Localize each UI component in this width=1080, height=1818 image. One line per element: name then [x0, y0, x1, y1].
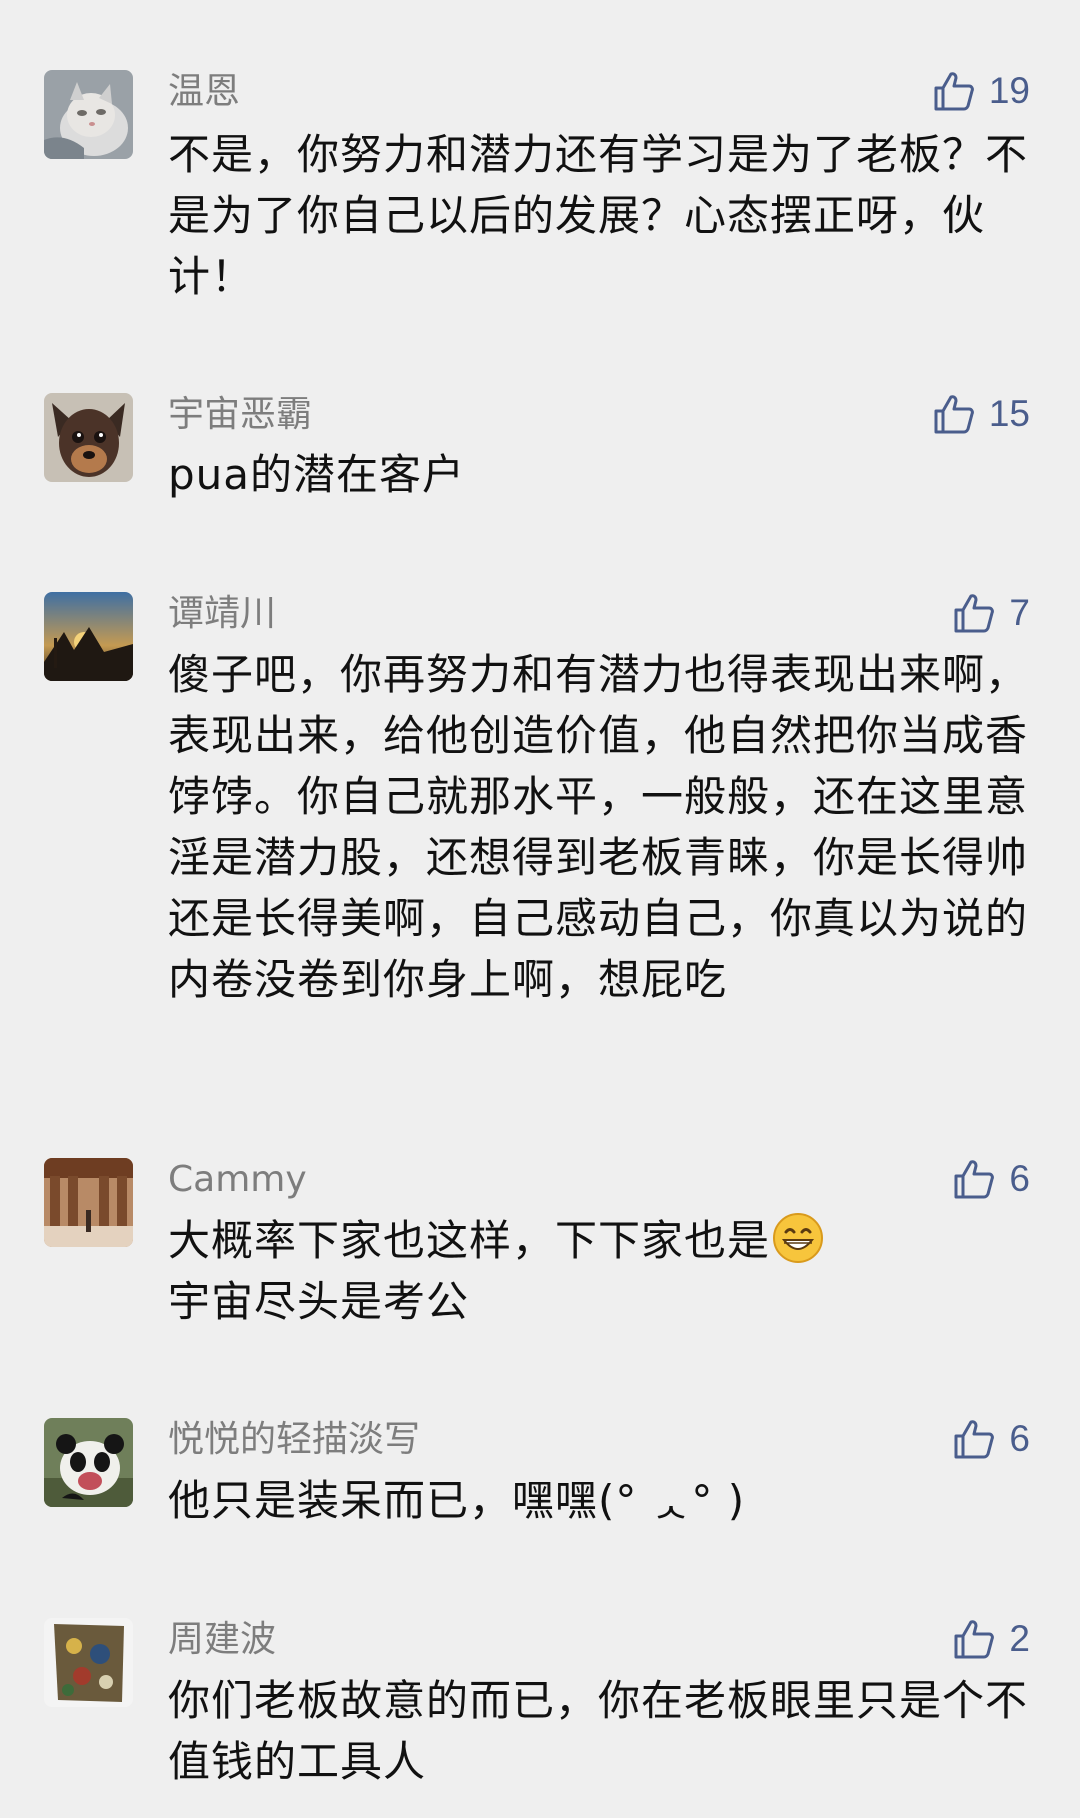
thumbs-up-icon — [934, 72, 974, 111]
comment-text-line: 宇宙尽头是考公 — [168, 1277, 470, 1326]
comment-text: pua的潜在客户 — [168, 450, 466, 499]
like-button[interactable]: 19 — [932, 68, 1030, 114]
comment-author[interactable]: 悦悦的轻描淡写 — [168, 1418, 420, 1462]
comment-author[interactable]: Cammy — [168, 1158, 307, 1202]
sunset-avatar-image — [44, 592, 133, 681]
avatar[interactable] — [44, 1158, 133, 1247]
like-button[interactable]: 2 — [952, 1616, 1030, 1662]
like-button[interactable]: 6 — [952, 1156, 1030, 1202]
like-button[interactable]: 15 — [932, 391, 1030, 437]
thumbs-up-icon — [934, 395, 974, 434]
grinning-face-emoji-icon — [773, 1213, 824, 1263]
cat-avatar-image — [44, 70, 133, 159]
hall-avatar-image — [44, 1158, 133, 1247]
comment-text: 他只是装呆而已，嘿嘿(° ᆺ° ) — [168, 1476, 746, 1525]
thumbs-up-icon — [954, 1620, 995, 1659]
avatar[interactable] — [44, 592, 133, 681]
avatar[interactable] — [44, 1618, 133, 1707]
comment-text: 傻子吧，你再努力和有潜力也得表现出来啊，表现出来，给他创造价值，他自然把你当成香… — [168, 650, 1029, 1004]
comment-text: 大概率下家也这样，下下家也是 宇宙尽头是考公 — [168, 1210, 1028, 1332]
painting-avatar-image — [44, 1618, 133, 1707]
like-count: 6 — [1009, 1418, 1030, 1459]
thumbs-up-icon — [954, 594, 995, 633]
like-count: 7 — [1009, 592, 1030, 633]
comment-author[interactable]: 周建波 — [168, 1618, 276, 1662]
comment-author[interactable]: 谭靖川 — [168, 592, 276, 636]
like-count: 15 — [988, 393, 1030, 434]
avatar[interactable] — [44, 70, 133, 159]
like-button[interactable]: 6 — [952, 1416, 1030, 1462]
comment-text: 你们老板故意的而已，你在老板眼里只是个不值钱的工具人 — [168, 1676, 1029, 1786]
avatar[interactable] — [44, 1418, 133, 1507]
panda-avatar-image — [44, 1418, 133, 1507]
like-button[interactable]: 7 — [952, 590, 1030, 636]
thumbs-up-icon — [954, 1160, 995, 1199]
dog-avatar-image — [44, 393, 133, 482]
like-count: 19 — [988, 70, 1030, 111]
comment-text: 不是，你努力和潜力还有学习是为了老板？不是为了你自己以后的发展？心态摆正呀，伙计… — [168, 130, 1029, 301]
comment-author[interactable]: 温恩 — [168, 70, 240, 114]
comment-text-line: 大概率下家也这样，下下家也是 — [168, 1216, 771, 1265]
thumbs-up-icon — [954, 1420, 995, 1459]
avatar[interactable] — [44, 393, 133, 482]
like-count: 2 — [1009, 1618, 1030, 1659]
comment-author[interactable]: 宇宙恶霸 — [168, 393, 312, 437]
like-count: 6 — [1009, 1158, 1030, 1199]
